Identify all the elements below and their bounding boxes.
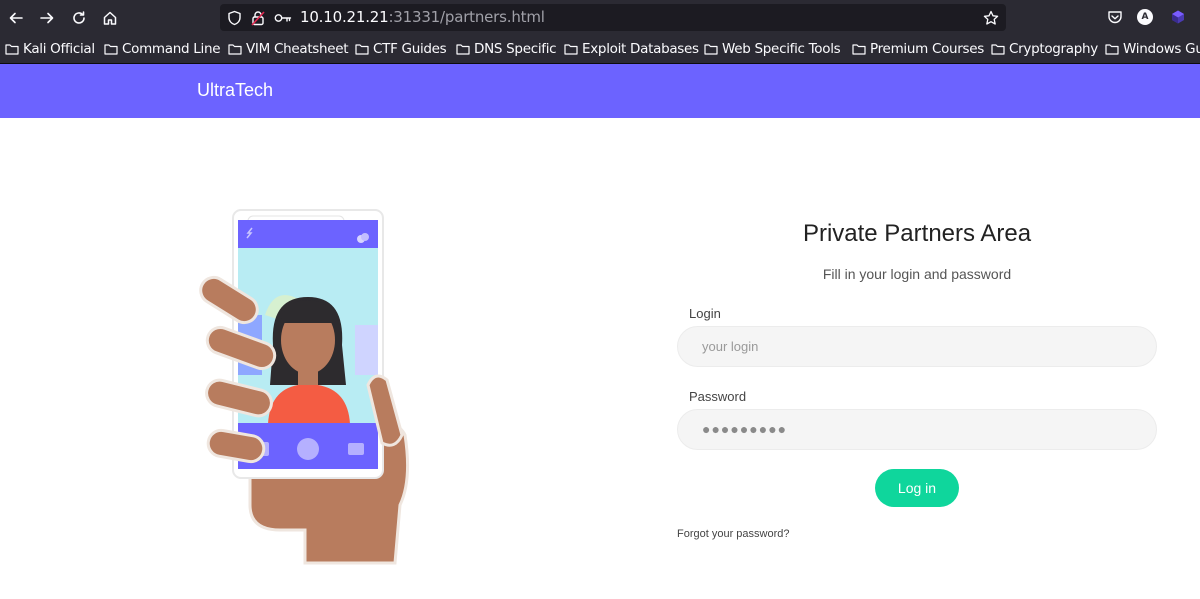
brand-link[interactable]: UltraTech xyxy=(197,80,273,101)
bookmark-label: Web Specific Tools xyxy=(722,41,841,57)
bookmark-folder[interactable]: Web Specific Tools xyxy=(704,41,841,57)
login-input[interactable] xyxy=(677,326,1157,367)
url-host: 10.10.21.21 xyxy=(300,8,389,26)
home-icon[interactable] xyxy=(98,6,122,30)
password-input[interactable]: ●●●●●●●●● xyxy=(677,409,1157,450)
password-label: Password xyxy=(689,389,747,404)
forward-arrow-icon[interactable] xyxy=(35,6,59,30)
shield-icon[interactable] xyxy=(225,9,243,27)
folder-icon xyxy=(456,44,470,55)
folder-icon xyxy=(1105,44,1119,55)
account-avatar-letter: A xyxy=(1141,12,1149,22)
bookmark-folder[interactable]: Exploit Databases xyxy=(564,41,699,57)
bookmark-label: DNS Specific xyxy=(474,41,557,57)
bookmark-label: Windows Gu xyxy=(1123,41,1200,57)
reload-icon[interactable] xyxy=(67,6,91,30)
folder-icon xyxy=(104,44,118,55)
bookmark-label: CTF Guides xyxy=(373,41,447,57)
url-path: :31331/partners.html xyxy=(388,8,545,26)
page-title: Private Partners Area xyxy=(802,220,1032,247)
site-navbar: UltraTech xyxy=(0,64,1200,118)
pocket-icon[interactable] xyxy=(1106,8,1124,26)
bookmark-folder[interactable]: Command Line xyxy=(104,41,221,57)
bookmark-label: Premium Courses xyxy=(870,41,985,57)
bookmark-folder[interactable]: Premium Courses xyxy=(852,41,984,57)
login-button[interactable]: Log in xyxy=(875,469,959,507)
page-subtitle: Fill in your login and password xyxy=(822,266,1012,282)
bookmark-folder[interactable]: VIM Cheatsheet xyxy=(228,41,349,57)
key-icon[interactable] xyxy=(274,9,292,27)
forgot-password-link[interactable]: Forgot your password? xyxy=(677,528,790,540)
bookmark-label: Exploit Databases xyxy=(582,41,699,57)
insecure-lock-icon[interactable] xyxy=(249,9,267,27)
account-avatar-icon[interactable]: A xyxy=(1137,9,1153,25)
bookmark-folder[interactable]: Cryptography xyxy=(991,41,1098,57)
bookmark-folder[interactable]: DNS Specific xyxy=(456,41,557,57)
folder-icon xyxy=(704,44,718,55)
bookmark-label: Kali Official xyxy=(23,41,95,57)
bookmark-label: VIM Cheatsheet xyxy=(246,41,349,57)
folder-icon xyxy=(991,44,1005,55)
folder-icon xyxy=(564,44,578,55)
url-bar[interactable]: 10.10.21.21:31331/partners.html xyxy=(220,4,1006,31)
login-label: Login xyxy=(689,306,721,321)
folder-icon xyxy=(355,44,369,55)
bookmark-label: Command Line xyxy=(122,41,221,57)
folder-icon xyxy=(5,44,19,55)
phone-hand-illustration xyxy=(199,209,410,565)
bookmark-folder[interactable]: Windows Gu xyxy=(1105,41,1200,57)
browser-toolbar: 10.10.21.21:31331/partners.html A xyxy=(0,0,1200,35)
bookmark-folder[interactable]: Kali Official xyxy=(5,41,95,57)
folder-icon xyxy=(852,44,866,55)
url-text[interactable]: 10.10.21.21:31331/partners.html xyxy=(300,8,545,26)
bookmark-label: Cryptography xyxy=(1009,41,1098,57)
back-arrow-icon[interactable] xyxy=(4,6,28,30)
folder-icon xyxy=(228,44,242,55)
bookmark-star-icon[interactable] xyxy=(982,9,1000,27)
extension-cube-icon[interactable] xyxy=(1169,8,1187,26)
bookmarks-toolbar: Kali Official Command Line VIM Cheatshee… xyxy=(0,35,1200,64)
bookmark-folder[interactable]: CTF Guides xyxy=(355,41,447,57)
